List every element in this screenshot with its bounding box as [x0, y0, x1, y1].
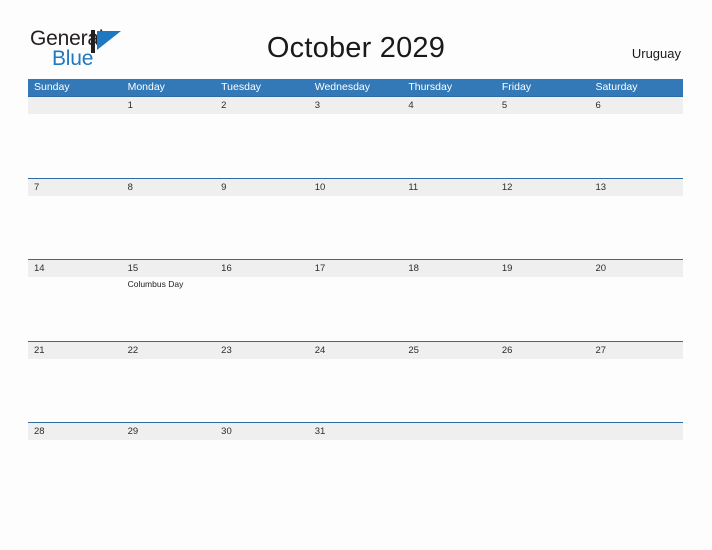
- weekday-header-monday: Monday: [127, 81, 165, 93]
- week-date-band: 21 22 23 24 25 26 27: [28, 341, 683, 359]
- day-cell[interactable]: Columbus Day: [122, 277, 216, 340]
- day-number[interactable]: 24: [309, 342, 403, 359]
- weekday-header-saturday: Saturday: [595, 81, 638, 93]
- week-date-band: 1 2 3 4 5 6: [28, 97, 683, 114]
- day-cell[interactable]: [589, 114, 683, 177]
- day-number[interactable]: 26: [496, 342, 590, 359]
- calendar-page: General Blue October 2029 Uruguay Sunday…: [0, 0, 712, 550]
- week-event-body: [28, 440, 683, 503]
- country-label: Uruguay: [631, 46, 681, 61]
- page-title: October 2029: [266, 32, 446, 64]
- day-cell[interactable]: [28, 277, 122, 340]
- day-number[interactable]: 10: [309, 179, 403, 196]
- day-cell[interactable]: [309, 114, 403, 177]
- day-number[interactable]: 6: [589, 97, 683, 114]
- day-cell[interactable]: [215, 196, 309, 259]
- week-date-band: 14 15 16 17 18 19 20: [28, 260, 683, 277]
- day-number[interactable]: 29: [122, 423, 216, 440]
- day-cell[interactable]: [402, 440, 496, 503]
- day-number[interactable]: 25: [402, 342, 496, 359]
- day-number[interactable]: 3: [309, 97, 403, 114]
- day-number[interactable]: [402, 423, 496, 440]
- weekday-header-row: Sunday Monday Tuesday Wednesday Thursday…: [28, 79, 683, 96]
- calendar-week-row: 14 15 16 17 18 19 20 Columbus Day: [28, 259, 683, 341]
- day-number[interactable]: [28, 97, 122, 114]
- day-number[interactable]: 17: [309, 260, 403, 277]
- day-number[interactable]: 13: [589, 179, 683, 196]
- day-cell[interactable]: [402, 359, 496, 422]
- day-number[interactable]: 4: [402, 97, 496, 114]
- day-cell[interactable]: [28, 440, 122, 503]
- day-number[interactable]: [589, 423, 683, 440]
- day-cell[interactable]: [496, 196, 590, 259]
- day-cell[interactable]: [496, 359, 590, 422]
- day-number[interactable]: 11: [402, 179, 496, 196]
- calendar-week-row: 28 29 30 31: [28, 422, 683, 504]
- day-cell[interactable]: [589, 440, 683, 503]
- day-cell[interactable]: [589, 196, 683, 259]
- day-number[interactable]: 1: [122, 97, 216, 114]
- calendar-week-row: 7 8 9 10 11 12 13: [28, 177, 683, 260]
- week-event-body: Columbus Day: [28, 277, 683, 340]
- weekday-header-wednesday: Wednesday: [314, 81, 370, 93]
- day-number[interactable]: 12: [496, 179, 590, 196]
- day-number[interactable]: 19: [496, 260, 590, 277]
- day-event-label: Columbus Day: [127, 279, 184, 289]
- day-number[interactable]: 18: [402, 260, 496, 277]
- day-cell[interactable]: [215, 440, 309, 503]
- day-cell[interactable]: [122, 196, 216, 259]
- day-cell[interactable]: [28, 114, 122, 177]
- weekday-header-tuesday: Tuesday: [221, 81, 262, 93]
- calendar-week-row: 1 2 3 4 5 6: [28, 96, 683, 178]
- weekday-header-friday: Friday: [501, 81, 532, 93]
- day-cell[interactable]: [215, 114, 309, 177]
- day-number[interactable]: 31: [309, 423, 403, 440]
- day-cell[interactable]: [122, 114, 216, 177]
- day-cell[interactable]: [496, 440, 590, 503]
- day-cell[interactable]: [309, 277, 403, 340]
- day-number[interactable]: 8: [122, 179, 216, 196]
- day-cell[interactable]: [402, 114, 496, 177]
- day-number[interactable]: [496, 423, 590, 440]
- day-cell[interactable]: [122, 440, 216, 503]
- day-number[interactable]: 27: [589, 342, 683, 359]
- day-number[interactable]: 20: [589, 260, 683, 277]
- day-number[interactable]: 22: [122, 342, 216, 359]
- day-number[interactable]: 15: [122, 260, 216, 277]
- weekday-header-sunday: Sunday: [34, 81, 70, 93]
- day-cell[interactable]: [309, 196, 403, 259]
- page-header: General Blue October 2029 Uruguay: [0, 0, 712, 69]
- day-cell[interactable]: [28, 196, 122, 259]
- day-number[interactable]: 9: [215, 179, 309, 196]
- day-number[interactable]: 21: [28, 342, 122, 359]
- day-number[interactable]: 14: [28, 260, 122, 277]
- calendar-grid: Sunday Monday Tuesday Wednesday Thursday…: [28, 79, 683, 504]
- day-cell[interactable]: [309, 440, 403, 503]
- day-cell[interactable]: [215, 277, 309, 340]
- week-event-body: [28, 114, 683, 177]
- weekday-header-thursday: Thursday: [408, 81, 453, 93]
- day-number[interactable]: 5: [496, 97, 590, 114]
- week-event-body: [28, 358, 683, 422]
- day-cell[interactable]: [589, 359, 683, 422]
- calendar-week-row: 21 22 23 24 25 26 27: [28, 340, 683, 423]
- day-cell[interactable]: [28, 359, 122, 422]
- day-cell[interactable]: [215, 359, 309, 422]
- day-cell[interactable]: [402, 196, 496, 259]
- day-cell[interactable]: [496, 277, 590, 340]
- week-date-band: 7 8 9 10 11 12 13: [28, 178, 683, 196]
- day-number[interactable]: 23: [215, 342, 309, 359]
- day-cell[interactable]: [589, 277, 683, 340]
- day-cell[interactable]: [496, 114, 590, 177]
- day-number[interactable]: 16: [215, 260, 309, 277]
- day-number[interactable]: 7: [28, 179, 122, 196]
- day-number[interactable]: 2: [215, 97, 309, 114]
- day-cell[interactable]: [402, 277, 496, 340]
- day-number[interactable]: 30: [215, 423, 309, 440]
- day-number[interactable]: 28: [28, 423, 122, 440]
- day-cell[interactable]: [122, 359, 216, 422]
- day-cell[interactable]: [309, 359, 403, 422]
- week-date-band: 28 29 30 31: [28, 423, 683, 440]
- week-event-body: [28, 195, 683, 259]
